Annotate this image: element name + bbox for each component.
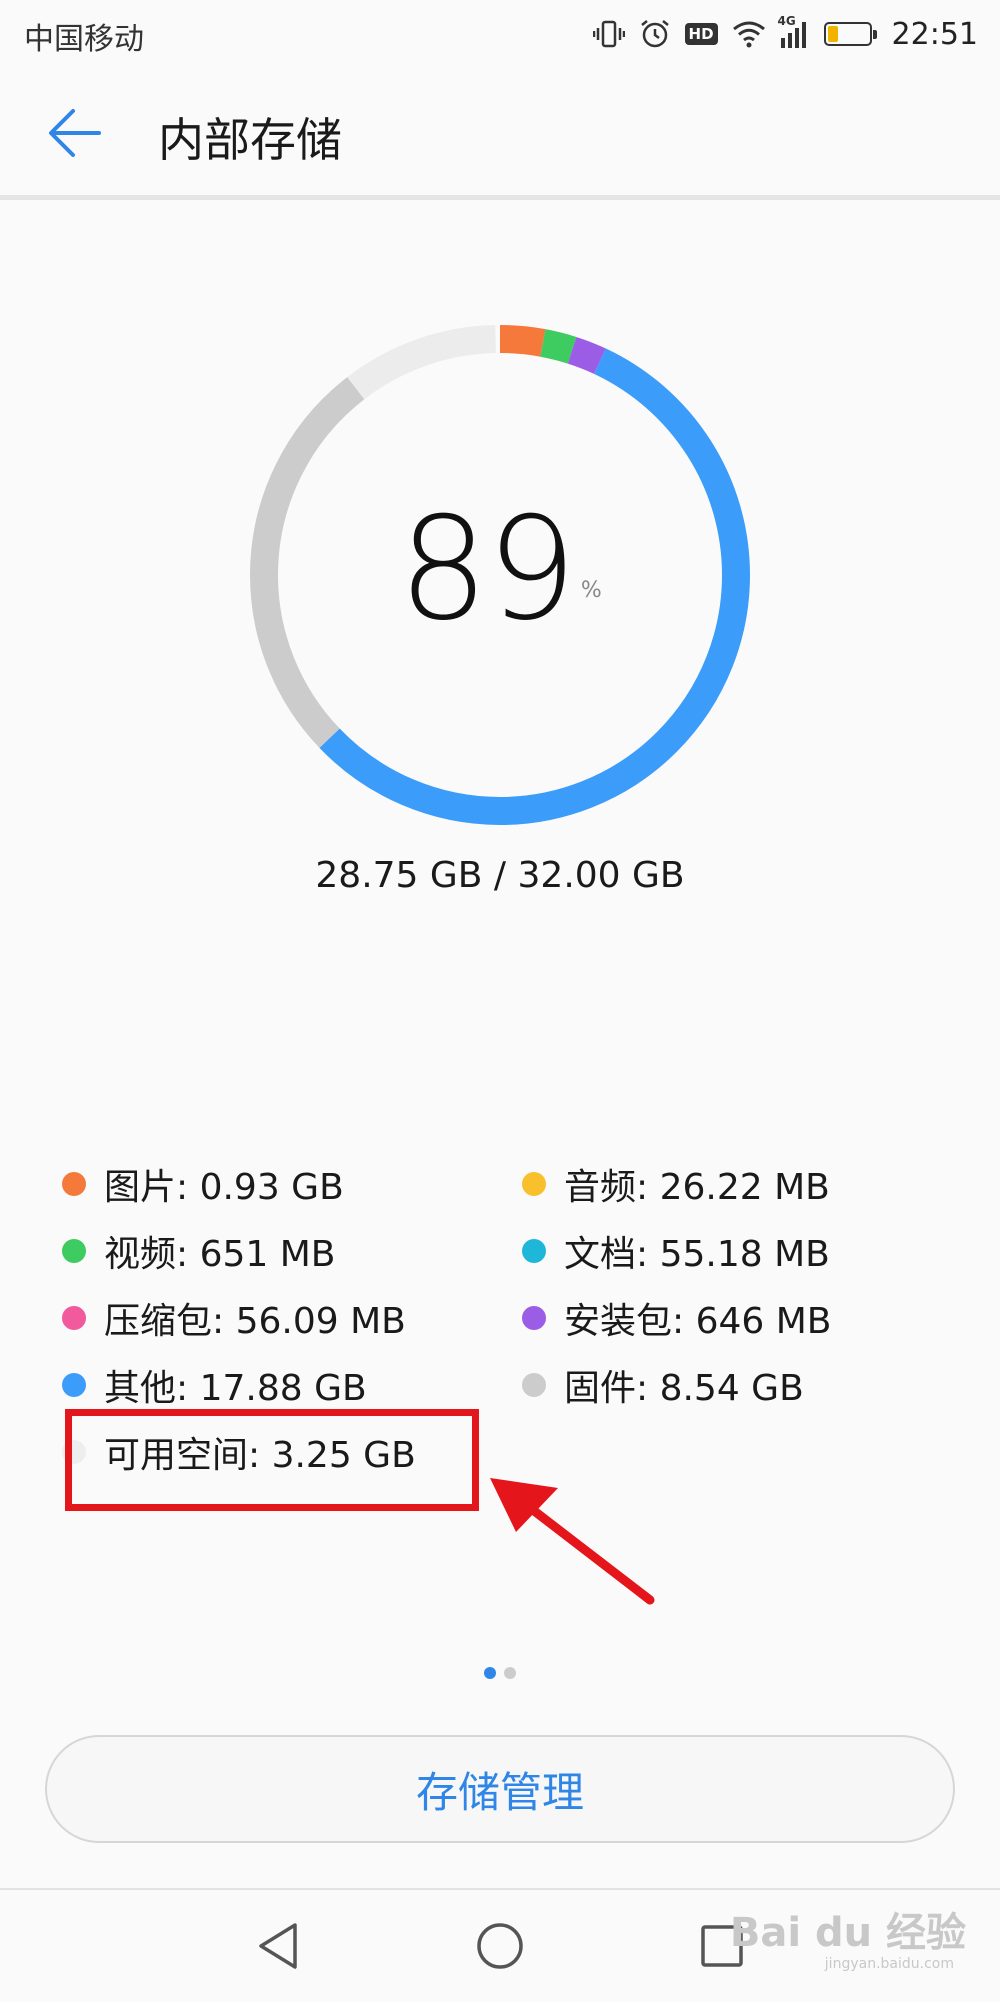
legend-item: 固件: 8.54 GB (522, 1361, 804, 1409)
arrow-left-icon (49, 109, 101, 157)
legend-dot (62, 1306, 86, 1330)
page-dot-active[interactable] (484, 1667, 496, 1679)
annotation-arrow (490, 1478, 655, 1605)
legend-item: 视频: 651 MB (62, 1227, 336, 1275)
legend-label: 压缩包: 56.09 MB (104, 1301, 406, 1342)
page-title: 内部存储 (158, 113, 342, 167)
legend-label: 其他: 17.88 GB (104, 1368, 367, 1409)
page-indicator (0, 1667, 1000, 1679)
legend-label: 安装包: 646 MB (564, 1301, 832, 1342)
storage-manage-button[interactable]: 存储管理 (45, 1735, 955, 1843)
clock: 22:51 (891, 16, 978, 52)
watermark-logo: Bai du 经验 (729, 1910, 966, 1956)
storage-ring: 89 % (250, 325, 750, 825)
legend-dot (522, 1239, 546, 1263)
circle-home-icon (477, 1923, 523, 1969)
vibrate-icon (592, 20, 625, 48)
legend-label: 视频: 651 MB (104, 1234, 336, 1275)
legend-item: 安装包: 646 MB (522, 1294, 832, 1342)
legend-dot (62, 1172, 86, 1196)
app-bar: 内部存储 (0, 70, 1000, 195)
page-dot-inactive[interactable] (504, 1667, 516, 1679)
storage-manage-label: 存储管理 (415, 1767, 584, 1817)
storage-usage: 28.75 GB / 32.00 GB (315, 855, 685, 896)
hd-voice-badge: HD (684, 23, 718, 45)
legend-dot (522, 1306, 546, 1330)
legend-item: 文档: 55.18 MB (522, 1227, 830, 1275)
legend-dot (522, 1373, 546, 1397)
legend-dot (62, 1373, 86, 1397)
watermark-url: jingyan.baidu.com (824, 1956, 954, 1972)
legend-item: 音频: 26.22 MB (522, 1160, 830, 1208)
legend-item: 压缩包: 56.09 MB (62, 1294, 406, 1342)
legend-dot (62, 1239, 86, 1263)
legend-item: 其他: 17.88 GB (62, 1361, 367, 1409)
wifi-icon (732, 21, 765, 48)
status-icons: HD 4G 22:51 (592, 12, 978, 56)
legend-item: 图片: 0.93 GB (62, 1160, 344, 1208)
battery-level (827, 26, 839, 42)
signal-indicator: 4G (778, 14, 810, 48)
alarm-icon (640, 20, 669, 48)
nav-back-button[interactable] (248, 1916, 308, 1976)
legend-label: 图片: 0.93 GB (104, 1167, 344, 1208)
network-type-label: 4G (777, 14, 796, 28)
legend-label: 固件: 8.54 GB (564, 1368, 804, 1409)
app-bar-divider (0, 195, 1000, 200)
legend-label: 文档: 55.18 MB (564, 1234, 830, 1275)
legend-dot (522, 1172, 546, 1196)
back-button[interactable] (40, 98, 110, 168)
legend-label: 音频: 26.22 MB (564, 1167, 830, 1208)
percent-unit: % (580, 577, 602, 603)
battery-icon (823, 22, 877, 46)
carrier-name: 中国移动 (24, 22, 144, 57)
used-percent: 89 (398, 487, 577, 652)
nav-home-button[interactable] (470, 1916, 530, 1976)
ring-center: 89 % (250, 325, 750, 825)
status-bar: 中国移动 HD 4G 22:51 (0, 0, 1000, 70)
triangle-back-icon (259, 1923, 297, 1969)
highlight-box (65, 1409, 479, 1511)
